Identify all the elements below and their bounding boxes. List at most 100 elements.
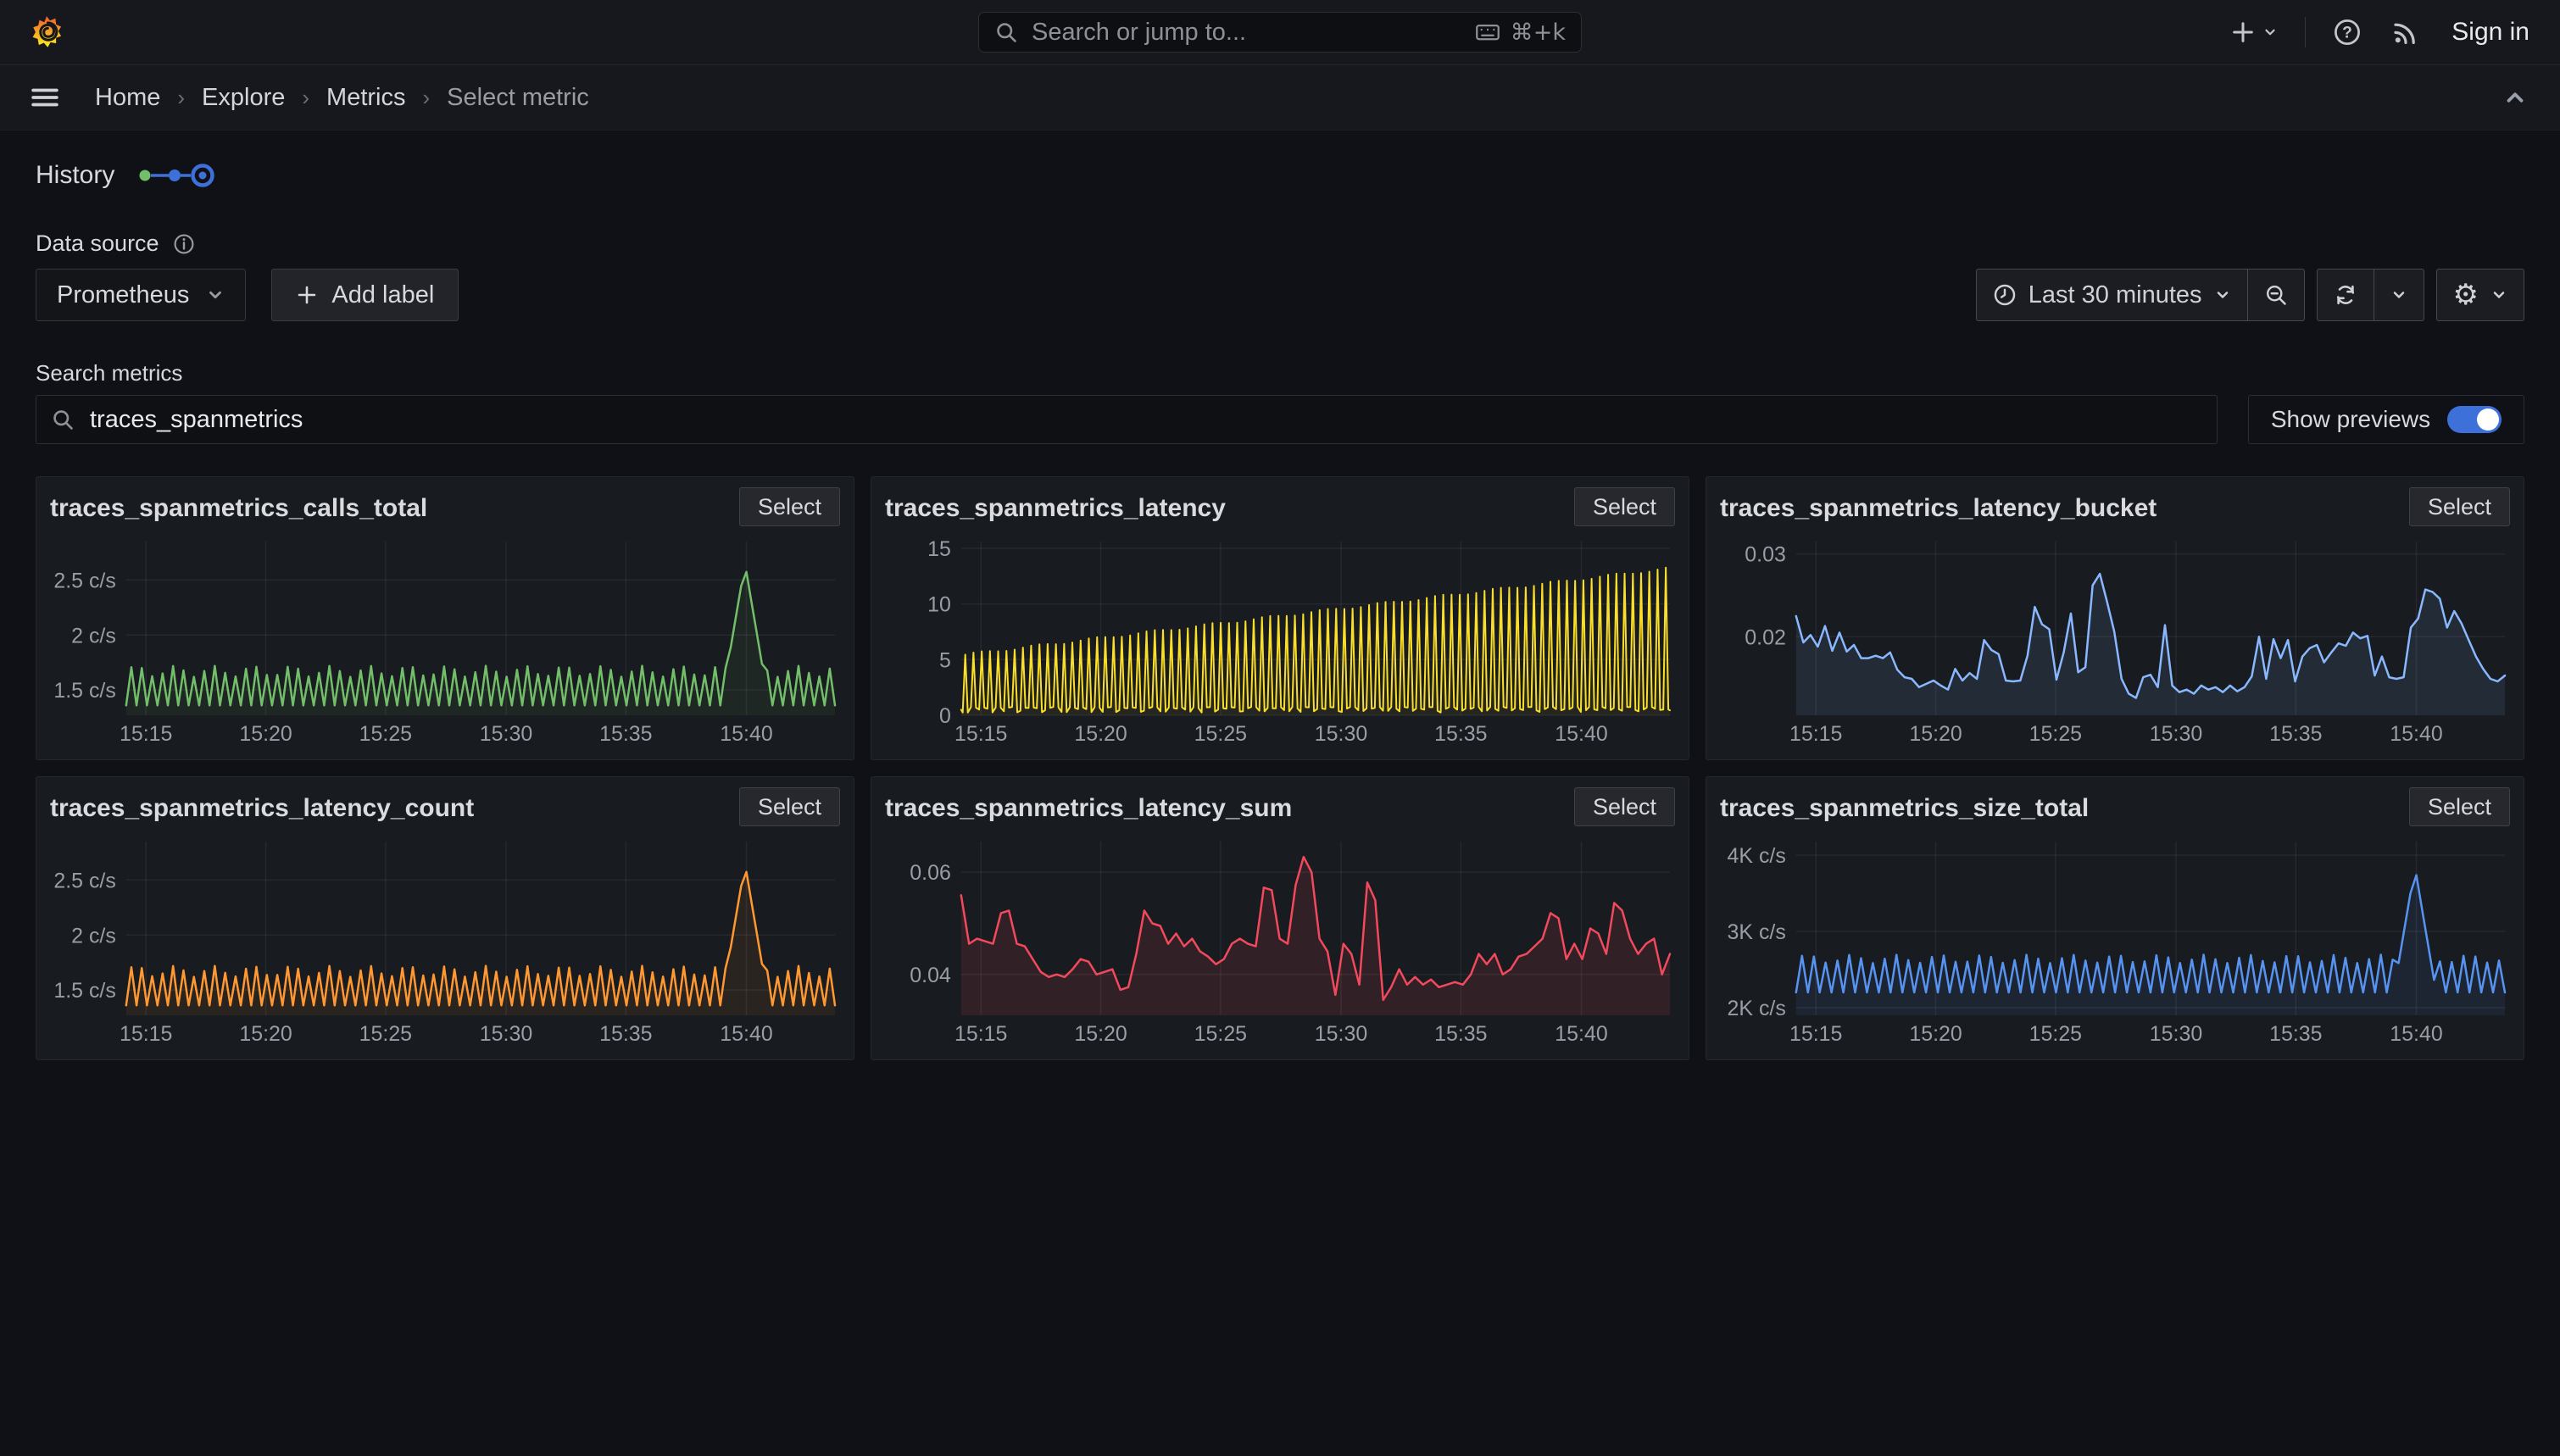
svg-text:15:15: 15:15 [954, 1022, 1007, 1046]
select-metric-button[interactable]: Select [2409, 787, 2510, 826]
time-range-picker[interactable]: Last 30 minutes [1976, 269, 2248, 321]
svg-text:15:15: 15:15 [120, 1022, 172, 1046]
grafana-logo[interactable] [25, 11, 68, 53]
svg-text:1.5 c/s: 1.5 c/s [53, 979, 115, 1003]
time-series-chart[interactable]: 05101515:1515:2015:2515:3015:3515:40 [885, 531, 1675, 746]
svg-text:15:20: 15:20 [1909, 1022, 1962, 1046]
zoom-out-icon [2264, 283, 2288, 307]
show-previews-label: Show previews [2271, 406, 2430, 433]
breadcrumb-separator: › [177, 85, 185, 111]
svg-text:15:30: 15:30 [2150, 722, 2202, 746]
show-previews-toggle[interactable] [2447, 406, 2502, 433]
chevron-down-icon [206, 286, 225, 304]
svg-text:15:20: 15:20 [239, 1022, 292, 1046]
info-icon[interactable] [173, 233, 195, 255]
time-controls: Last 30 minutes [1976, 269, 2524, 321]
svg-text:15:35: 15:35 [1434, 1022, 1487, 1046]
svg-text:15:25: 15:25 [359, 722, 412, 746]
shortcut-text: ⌘+k [1511, 19, 1566, 46]
svg-text:15:15: 15:15 [1789, 1022, 1842, 1046]
rss-icon [2392, 19, 2419, 46]
breadcrumb-explore[interactable]: Explore [202, 84, 285, 112]
time-series-chart[interactable]: 1.5 c/s2 c/s2.5 c/s15:1515:2015:2515:301… [50, 831, 840, 1046]
svg-text:15:20: 15:20 [1909, 722, 1962, 746]
svg-text:15:30: 15:30 [480, 1022, 532, 1046]
svg-text:15:25: 15:25 [1194, 1022, 1247, 1046]
select-metric-button[interactable]: Select [2409, 487, 2510, 526]
add-label-button[interactable]: Add label [271, 269, 459, 321]
breadcrumb-home[interactable]: Home [95, 84, 160, 112]
svg-text:0.04: 0.04 [910, 964, 951, 987]
refresh-button[interactable] [2317, 269, 2374, 321]
show-previews-control: Show previews [2248, 395, 2524, 444]
svg-text:15:40: 15:40 [720, 722, 772, 746]
svg-text:15:25: 15:25 [2029, 1022, 2082, 1046]
metric-panel-latency: traces_spanmetrics_latency Select 051015… [871, 476, 1689, 760]
svg-text:2K c/s: 2K c/s [1728, 997, 1786, 1020]
panel-title: traces_spanmetrics_latency_count [50, 794, 474, 823]
chevron-down-icon [2390, 286, 2407, 303]
svg-text:15:25: 15:25 [1194, 722, 1247, 746]
svg-text:0.02: 0.02 [1745, 625, 1786, 649]
hamburger-icon [31, 83, 59, 112]
svg-text:15:15: 15:15 [120, 722, 172, 746]
time-series-chart[interactable]: 2K c/s3K c/s4K c/s15:1515:2015:2515:3015… [1720, 831, 2510, 1046]
time-series-chart[interactable]: 0.020.0315:1515:2015:2515:3015:3515:40 [1720, 531, 2510, 746]
collapse-toolbar-button[interactable] [2497, 84, 2533, 111]
svg-text:15:20: 15:20 [239, 722, 292, 746]
search-metrics-label: Search metrics [36, 360, 2524, 386]
datasource-value: Prometheus [57, 281, 189, 309]
breadcrumb-metrics[interactable]: Metrics [326, 84, 405, 112]
refresh-group [2317, 269, 2424, 321]
svg-text:15:35: 15:35 [1434, 722, 1487, 746]
panel-title: traces_spanmetrics_latency_sum [885, 794, 1292, 823]
select-metric-button[interactable]: Select [739, 487, 840, 526]
settings-button[interactable]: ⚙ [2436, 269, 2524, 321]
panel-header: traces_spanmetrics_calls_total Select [50, 487, 840, 526]
news-button[interactable] [2389, 15, 2423, 49]
keyboard-icon [1475, 19, 1500, 45]
svg-text:15:15: 15:15 [954, 722, 1007, 746]
explore-metrics-page: History Data source Prometheus [0, 131, 2560, 1060]
toggle-knob [2477, 408, 2499, 431]
svg-text:15:25: 15:25 [359, 1022, 412, 1046]
metric-panel-latency-count: traces_spanmetrics_latency_count Select … [36, 776, 854, 1060]
metric-panel-calls-total: traces_spanmetrics_calls_total Select 1.… [36, 476, 854, 760]
time-series-chart[interactable]: 0.040.0615:1515:2015:2515:3015:3515:40 [885, 831, 1675, 1046]
search-bar[interactable]: Search or jump to... ⌘+k [978, 12, 1582, 53]
select-metric-button[interactable]: Select [739, 787, 840, 826]
select-metric-button[interactable]: Select [1574, 487, 1675, 526]
svg-text:15:15: 15:15 [1789, 722, 1842, 746]
metrics-search-input[interactable] [88, 405, 2202, 435]
svg-text:?: ? [2342, 24, 2352, 42]
zoom-out-button[interactable] [2248, 269, 2305, 321]
svg-text:15: 15 [927, 537, 951, 561]
new-menu-button[interactable] [2227, 16, 2281, 48]
clock-icon [1993, 283, 2017, 307]
svg-text:15:40: 15:40 [2390, 722, 2442, 746]
sign-in-button[interactable]: Sign in [2446, 17, 2535, 47]
datasource-picker[interactable]: Prometheus [36, 269, 246, 321]
plus-icon [2230, 19, 2256, 45]
svg-text:3K c/s: 3K c/s [1728, 920, 1786, 944]
mega-menu-toggle[interactable] [27, 80, 63, 115]
topnav-divider [2305, 17, 2306, 47]
time-series-chart[interactable]: 1.5 c/s2 c/s2.5 c/s15:1515:2015:2515:301… [50, 531, 840, 746]
refresh-interval-dropdown[interactable] [2374, 269, 2424, 321]
help-icon: ? [2333, 18, 2362, 47]
refresh-icon [2334, 283, 2357, 307]
breadcrumb-separator: › [302, 85, 309, 111]
query-controls: Prometheus Add label [36, 269, 459, 321]
select-metric-button[interactable]: Select [1574, 787, 1675, 826]
svg-text:15:35: 15:35 [599, 1022, 652, 1046]
history-timeline[interactable] [136, 162, 220, 189]
help-button[interactable]: ? [2329, 14, 2365, 50]
svg-text:15:35: 15:35 [599, 722, 652, 746]
panel-title: traces_spanmetrics_latency_bucket [1720, 494, 2157, 523]
breadcrumb-bar: Home › Explore › Metrics › Select metric [0, 65, 2560, 131]
svg-text:4K c/s: 4K c/s [1728, 844, 1786, 868]
search-placeholder: Search or jump to... [1032, 19, 1246, 47]
svg-text:10: 10 [927, 593, 951, 617]
svg-text:15:40: 15:40 [2390, 1022, 2442, 1046]
chevron-down-icon [2490, 286, 2507, 303]
